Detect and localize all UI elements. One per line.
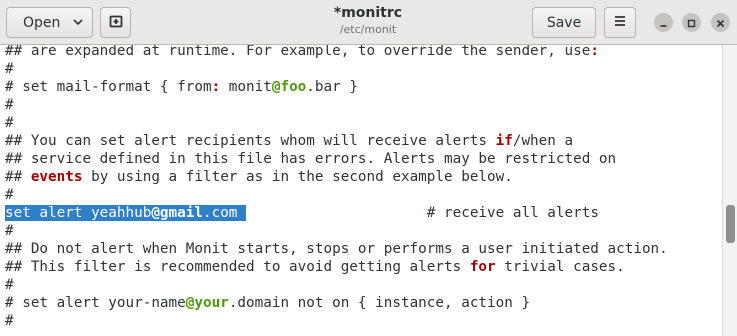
text-token: /when a	[512, 133, 574, 149]
editor-line: #	[5, 186, 14, 204]
selected-text: set alert yeahhub	[5, 205, 152, 221]
window-title-area: *monitrc /etc/monit	[240, 4, 496, 38]
editor-line: ## events by using a filter as in the se…	[5, 168, 513, 186]
window-title: *monitrc	[333, 5, 403, 21]
text-token: # set mail-format { from	[5, 79, 212, 95]
open-button-label: Open	[23, 14, 61, 31]
close-button[interactable]	[711, 13, 730, 32]
new-tab-icon	[109, 14, 123, 32]
text-token: #	[5, 313, 14, 329]
minimize-button[interactable]	[654, 13, 673, 32]
close-icon	[716, 13, 725, 32]
editor-line: ## This filter is recommended to avoid g…	[5, 258, 625, 276]
text-token: #	[5, 223, 14, 239]
editor-line: ## Do not alert when Monit starts, stops…	[5, 240, 668, 258]
editor-line: #	[5, 114, 14, 132]
text-token: # set alert your-name	[5, 295, 186, 311]
editor-line: ## You can set alert recipients whom wil…	[5, 132, 573, 150]
text-token: ## Do not alert when Monit starts, stops…	[5, 241, 668, 257]
editor-line: #	[5, 60, 14, 78]
scrollbar-thumb[interactable]	[726, 205, 735, 243]
open-button[interactable]: Open	[6, 7, 93, 38]
chevron-down-icon	[73, 15, 83, 31]
text-token: #	[5, 187, 14, 203]
hamburger-menu-icon	[614, 15, 626, 31]
text-token: #	[5, 115, 14, 131]
save-button[interactable]: Save	[532, 7, 596, 38]
editor-line: ## are expanded at runtime. For example,…	[5, 45, 599, 60]
text-token: .domain not on { instance, action }	[228, 295, 531, 311]
keyword-token: :	[590, 45, 599, 59]
email-token: @your	[185, 295, 229, 311]
text-token: ## You can set alert recipients whom wil…	[5, 133, 496, 149]
editor-line: #	[5, 96, 14, 114]
editor-line: # set mail-format { from: monit@foo.bar …	[5, 78, 358, 96]
text-token: # receive all alerts	[246, 205, 599, 221]
text-token: ## This filter is recommended to avoid g…	[5, 259, 470, 275]
editor-line: #	[5, 222, 14, 240]
vertical-scrollbar[interactable]	[722, 45, 737, 336]
email-token: @foo	[271, 79, 307, 95]
minimize-icon	[659, 13, 668, 32]
keyword-token: if	[495, 133, 513, 149]
maximize-icon	[687, 13, 696, 32]
new-tab-button[interactable]	[100, 7, 131, 38]
selected-text: .com	[202, 205, 247, 221]
keyword-token: events	[30, 169, 83, 185]
text-token: #	[5, 97, 14, 113]
keyword-token: :	[211, 79, 221, 95]
text-token: #	[5, 61, 14, 77]
editor-line: set alert yeahhub@gmail.com # receive al…	[5, 204, 599, 222]
keyword-token: for	[469, 259, 496, 275]
text-token: ## service defined in this file has erro…	[5, 151, 617, 167]
window-subtitle: /etc/monit	[339, 23, 397, 36]
menu-button[interactable]	[604, 7, 636, 38]
selected-text: @gmail	[151, 205, 203, 221]
text-token: #	[5, 277, 14, 293]
text-token: ## are expanded at runtime. For example,…	[5, 45, 591, 59]
maximize-button[interactable]	[682, 13, 701, 32]
text-token: trivial cases.	[495, 259, 625, 275]
text-token: monit	[220, 79, 272, 95]
text-token: ##	[5, 169, 31, 185]
header-bar: Open *monitrc /etc/monit Save	[0, 0, 737, 45]
text-editor-area[interactable]: ## are expanded at runtime. For example,…	[0, 45, 722, 336]
editor-line: #	[5, 276, 14, 294]
text-token: by using a filter as in the second examp…	[82, 169, 513, 185]
text-token: .bar }	[306, 79, 358, 95]
editor-line: ## service defined in this file has erro…	[5, 150, 616, 168]
editor-line: # set alert your-name@your.domain not on…	[5, 294, 530, 312]
save-button-label: Save	[546, 14, 582, 31]
editor-line: #	[5, 312, 14, 330]
